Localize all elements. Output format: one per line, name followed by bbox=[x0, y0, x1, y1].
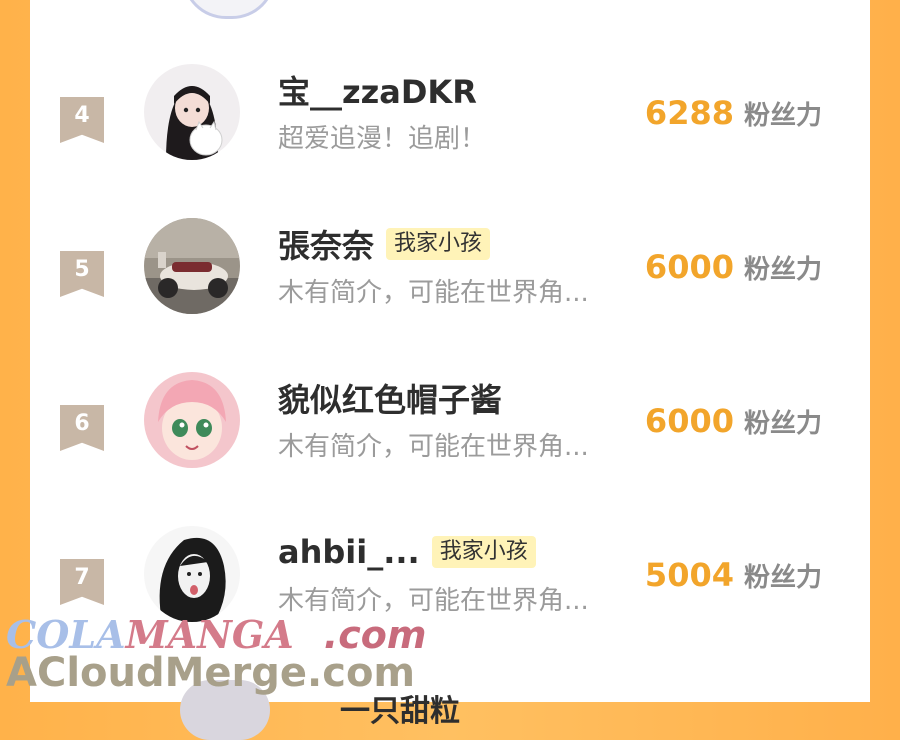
relation-badge: 我家小孩 bbox=[386, 228, 491, 260]
score-unit: 粉丝力 bbox=[743, 563, 822, 593]
name-line: 張奈奈 我家小孩 bbox=[278, 221, 491, 267]
ranking-row[interactable]: 5 張奈奈 我家小孩 木有简介，可能在世界角... 6000 粉丝力 bbox=[30, 218, 870, 338]
score-unit: 粉丝力 bbox=[743, 255, 822, 285]
avatar[interactable] bbox=[182, 0, 276, 19]
avatar[interactable] bbox=[144, 64, 240, 160]
fan-score: 6000 bbox=[644, 402, 734, 440]
rank-ribbon: 5 bbox=[60, 251, 104, 297]
score-group: 5004 粉丝力 bbox=[645, 556, 822, 594]
relation-badge: 我家小孩 bbox=[431, 536, 536, 568]
name-line: 貌似红色帽子酱 bbox=[278, 375, 502, 421]
name-line: 宝__zzaDKR bbox=[278, 67, 477, 113]
user-name[interactable]: 貌似红色帽子酱 bbox=[278, 375, 502, 421]
fan-score: 5004 bbox=[644, 556, 734, 594]
score-group: 6000 粉丝力 bbox=[645, 248, 822, 286]
avatar[interactable] bbox=[144, 372, 240, 468]
user-name[interactable]: 宝__zzaDKR bbox=[278, 67, 477, 113]
fan-score: 6000 bbox=[644, 248, 734, 286]
score-group: 6000 粉丝力 bbox=[645, 402, 822, 440]
ranking-panel: 4 宝__zzaDKR 超爱追漫！追剧！ 6288 粉丝力 5 張奈奈 我家小孩… bbox=[30, 0, 870, 740]
avatar[interactable] bbox=[144, 218, 240, 314]
user-name[interactable]: 張奈奈 bbox=[278, 221, 374, 267]
user-bio: 木有简介，可能在世界角... bbox=[278, 432, 589, 462]
ranking-row[interactable]: 6 貌似红色帽子酱 木有简介，可能在世界角... 6000 粉丝力 bbox=[30, 372, 870, 492]
watermark: ACloudMerge.com bbox=[6, 650, 416, 696]
rank-ribbon: 7 bbox=[60, 559, 104, 605]
rank-ribbon: 4 bbox=[60, 97, 104, 143]
score-unit: 粉丝力 bbox=[743, 101, 822, 131]
avatar[interactable] bbox=[144, 526, 240, 622]
name-line: ahbii_... 我家小孩 bbox=[278, 532, 536, 572]
user-name[interactable]: ahbii_... bbox=[278, 533, 420, 571]
rank-ribbon: 6 bbox=[60, 405, 104, 451]
score-group: 6288 粉丝力 bbox=[645, 94, 822, 132]
user-bio: 超爱追漫！追剧！ bbox=[278, 124, 487, 154]
user-bio: 木有简介，可能在世界角... bbox=[278, 278, 589, 308]
ranking-row[interactable]: 4 宝__zzaDKR 超爱追漫！追剧！ 6288 粉丝力 bbox=[30, 64, 870, 184]
fan-score: 6288 bbox=[644, 94, 734, 132]
score-unit: 粉丝力 bbox=[743, 409, 822, 439]
